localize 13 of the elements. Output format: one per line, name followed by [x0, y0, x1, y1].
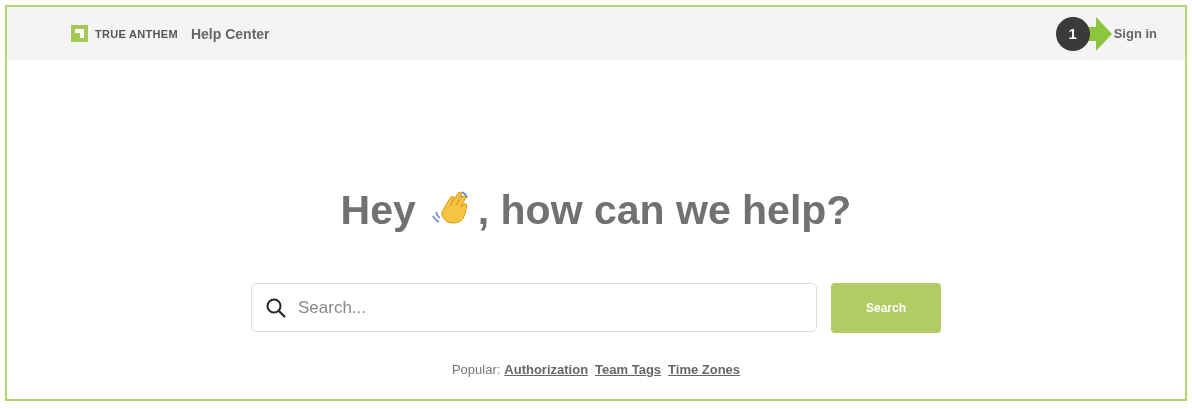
help-center-title[interactable]: Help Center [190, 25, 270, 42]
search-field[interactable]: Search... [251, 283, 817, 332]
heading-text: , how can we help? [477, 187, 852, 234]
step-badge: 1 [1055, 16, 1090, 51]
popular-link[interactable]: Team Tags [595, 362, 662, 377]
heading-text: Hey [340, 187, 416, 234]
sign-in-link[interactable]: Sign in [1113, 26, 1157, 41]
search-icon [266, 298, 286, 318]
popular-link[interactable]: Authorization [504, 362, 589, 377]
popular-link[interactable]: Time Zones [668, 362, 741, 377]
brand-name: TRUE ANTHEM [95, 27, 178, 40]
popular-label: Popular: [451, 362, 501, 377]
logo-icon [71, 25, 88, 42]
